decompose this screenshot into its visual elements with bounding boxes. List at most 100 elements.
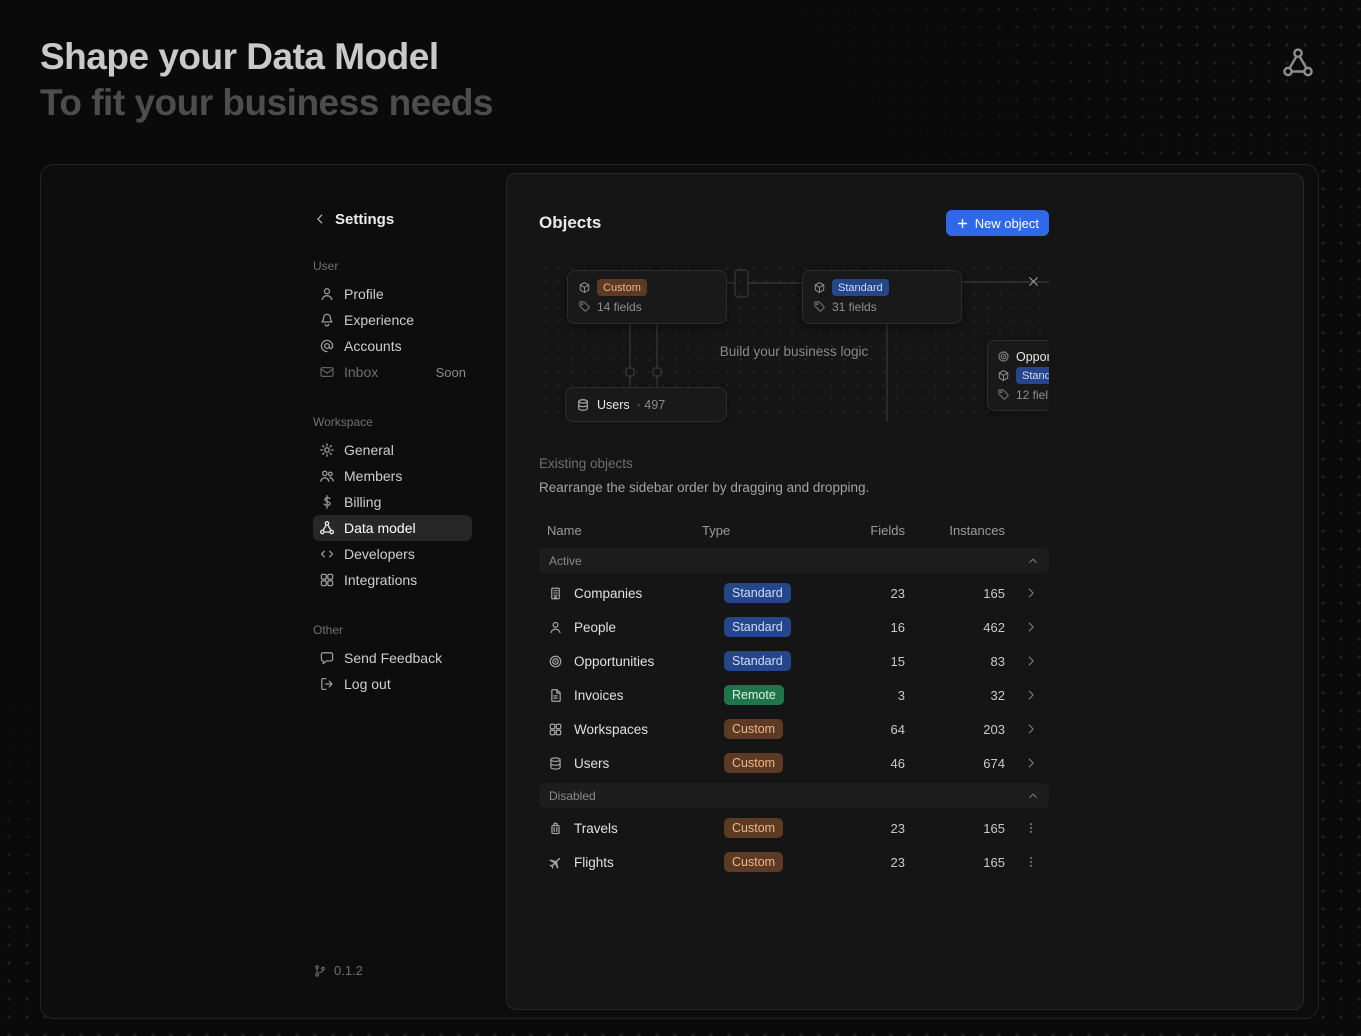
row-open-button[interactable] xyxy=(1013,688,1049,702)
members-icon xyxy=(319,468,335,484)
table-row-opportunities[interactable]: Opportunities Standard 15 83 xyxy=(539,644,1049,678)
chevron-right-icon xyxy=(1024,620,1038,634)
fields-count: 12 fiel xyxy=(1016,388,1048,402)
row-open-button[interactable] xyxy=(1013,586,1049,600)
close-icon[interactable] xyxy=(1026,274,1041,289)
sidebar-item-billing[interactable]: Billing xyxy=(313,489,472,515)
canvas-node-users[interactable]: Users · 497 xyxy=(565,387,727,422)
objects-canvas[interactable]: Custom 14 fields Standard 31 fields xyxy=(539,262,1049,422)
row-open-button[interactable] xyxy=(1013,722,1049,736)
row-menu-button[interactable] xyxy=(1013,821,1049,835)
sidebar-item-log-out[interactable]: Log out xyxy=(313,671,472,697)
table-row-workspaces[interactable]: Workspaces Custom 64 203 xyxy=(539,712,1049,746)
git-branch-icon xyxy=(313,964,327,978)
soon-badge: Soon xyxy=(436,365,466,380)
plane-icon xyxy=(548,855,563,870)
group-header-disabled[interactable]: Disabled xyxy=(539,783,1049,808)
object-cube-icon xyxy=(578,281,591,294)
table-row-travels[interactable]: Travels Custom 23 165 xyxy=(539,811,1049,845)
database-icon xyxy=(548,756,563,771)
objects-table: Name Type Fields Instances Active Compan… xyxy=(539,515,1049,879)
grid-icon xyxy=(319,572,335,588)
sidebar-item-data-model[interactable]: Data model xyxy=(313,515,472,541)
fields-count: 31 fields xyxy=(832,300,877,314)
fields-count: 14 fields xyxy=(597,300,642,314)
tag-icon xyxy=(578,300,591,313)
row-open-button[interactable] xyxy=(1013,654,1049,668)
type-badge: Custom xyxy=(724,818,783,838)
data-model-icon xyxy=(319,520,335,536)
chevron-up-icon xyxy=(1027,555,1039,567)
app-version: 0.1.2 xyxy=(313,963,363,978)
type-badge: Standard xyxy=(724,651,791,671)
section-label-workspace: Workspace xyxy=(313,415,472,431)
chevron-right-icon xyxy=(1024,722,1038,736)
column-header-name: Name xyxy=(539,523,702,538)
instances-count: 462 xyxy=(913,620,1013,635)
object-name: Companies xyxy=(574,586,642,601)
object-name: Flights xyxy=(574,855,614,870)
tag-icon xyxy=(997,388,1010,401)
type-badge: Stand xyxy=(1016,367,1049,384)
kebab-menu-icon xyxy=(1024,855,1038,869)
instances-count: 165 xyxy=(913,855,1013,870)
type-badge: Custom xyxy=(597,279,647,296)
sidebar-item-general[interactable]: General xyxy=(313,437,472,463)
object-cube-icon xyxy=(997,369,1010,382)
fields-count: 23 xyxy=(822,586,913,601)
table-row-companies[interactable]: Companies Standard 23 165 xyxy=(539,576,1049,610)
user-icon xyxy=(548,620,563,635)
bell-icon xyxy=(319,312,335,328)
row-open-button[interactable] xyxy=(1013,620,1049,634)
instances-count: 165 xyxy=(913,586,1013,601)
table-row-flights[interactable]: Flights Custom 23 165 xyxy=(539,845,1049,879)
column-header-fields: Fields xyxy=(822,523,913,538)
fields-count: 3 xyxy=(822,688,913,703)
sidebar-item-integrations[interactable]: Integrations xyxy=(313,567,472,593)
type-badge: Standard xyxy=(724,583,791,603)
canvas-node-custom[interactable]: Custom 14 fields xyxy=(567,270,727,324)
canvas-caption: Build your business logic xyxy=(539,344,1049,359)
fields-count: 23 xyxy=(822,821,913,836)
sidebar-item-profile[interactable]: Profile xyxy=(313,281,472,307)
object-cube-icon xyxy=(813,281,826,294)
object-name: People xyxy=(574,620,616,635)
column-header-instances: Instances xyxy=(913,523,1013,538)
row-open-button[interactable] xyxy=(1013,756,1049,770)
fields-count: 46 xyxy=(822,756,913,771)
sidebar-item-members[interactable]: Members xyxy=(313,463,472,489)
row-menu-button[interactable] xyxy=(1013,855,1049,869)
column-header-type: Type xyxy=(702,523,822,538)
settings-back-label: Settings xyxy=(335,211,394,228)
type-badge: Custom xyxy=(724,719,783,739)
new-object-button[interactable]: New object xyxy=(946,210,1049,236)
instances-count: 674 xyxy=(913,756,1013,771)
code-icon xyxy=(319,546,335,562)
gear-icon xyxy=(319,442,335,458)
grid-icon xyxy=(548,722,563,737)
at-sign-icon xyxy=(319,338,335,354)
sidebar-item-send-feedback[interactable]: Send Feedback xyxy=(313,645,472,671)
fields-count: 16 xyxy=(822,620,913,635)
canvas-node-standard[interactable]: Standard 31 fields xyxy=(802,270,962,324)
section-label-other: Other xyxy=(313,623,472,639)
table-row-invoices[interactable]: Invoices Remote 3 32 xyxy=(539,678,1049,712)
object-name: Workspaces xyxy=(574,722,648,737)
sidebar-item-accounts[interactable]: Accounts xyxy=(313,333,472,359)
table-row-users[interactable]: Users Custom 46 674 xyxy=(539,746,1049,780)
existing-objects-title: Existing objects xyxy=(539,456,1049,471)
type-badge: Custom xyxy=(724,852,783,872)
group-header-active[interactable]: Active xyxy=(539,548,1049,573)
logout-icon xyxy=(319,676,335,692)
sidebar-item-developers[interactable]: Developers xyxy=(313,541,472,567)
object-name: Users xyxy=(574,756,609,771)
table-row-people[interactable]: People Standard 16 462 xyxy=(539,610,1049,644)
file-icon xyxy=(548,688,563,703)
instances-count: 32 xyxy=(913,688,1013,703)
inbox-icon xyxy=(319,364,335,380)
chevron-left-icon xyxy=(313,212,327,226)
canvas-node-opportunities[interactable]: Opportu Stand 12 fiel xyxy=(987,340,1049,411)
sidebar-item-experience[interactable]: Experience xyxy=(313,307,472,333)
settings-back-button[interactable]: Settings xyxy=(313,209,472,229)
target-icon xyxy=(997,350,1010,363)
